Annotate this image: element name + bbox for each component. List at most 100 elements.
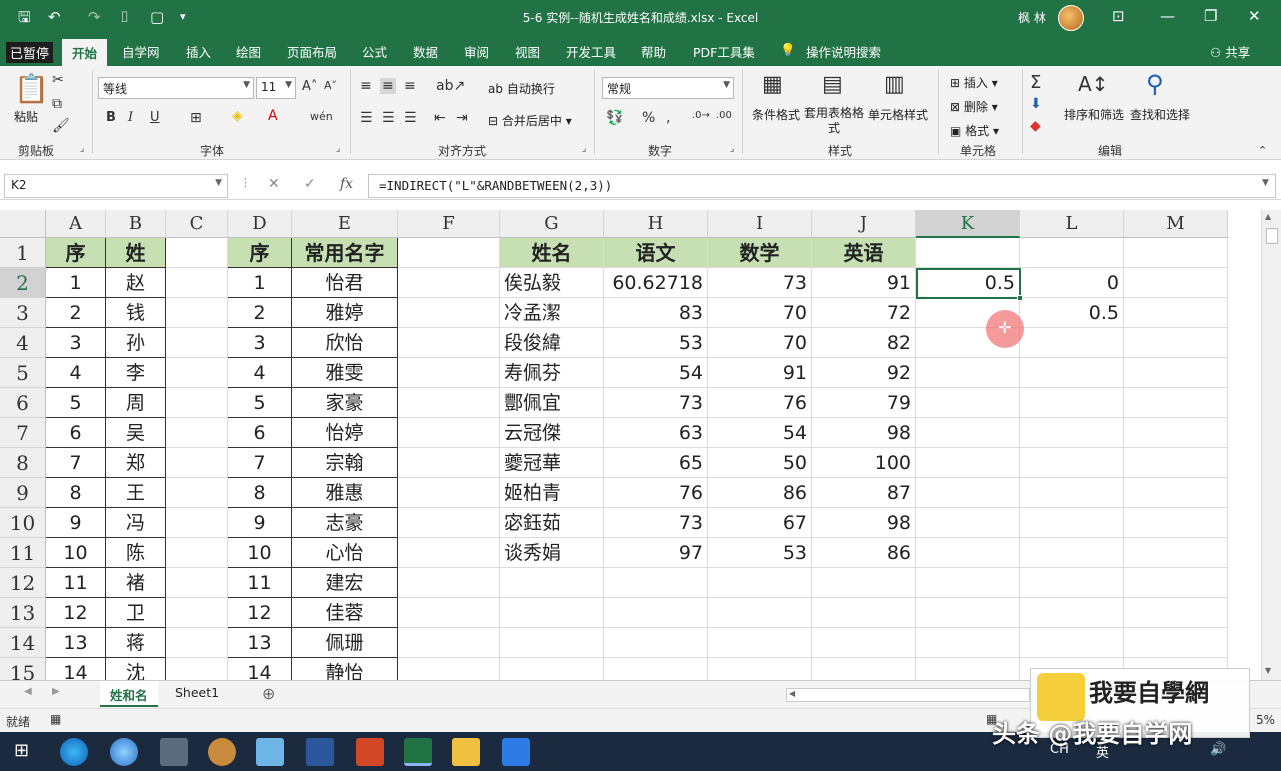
- cell[interactable]: [166, 328, 228, 358]
- tab-zixuewang[interactable]: 自学网: [122, 42, 160, 61]
- paste-button[interactable]: 粘贴: [14, 108, 38, 125]
- table2-cell[interactable]: 8: [228, 478, 292, 508]
- table3-cell[interactable]: 63: [604, 418, 708, 448]
- table3-cell[interactable]: 91: [812, 268, 916, 298]
- row-header-13[interactable]: 13: [0, 598, 46, 628]
- cell[interactable]: [398, 508, 500, 538]
- cell[interactable]: [398, 598, 500, 628]
- cell[interactable]: [1020, 508, 1124, 538]
- cell[interactable]: [500, 628, 604, 658]
- table3-cell[interactable]: 50: [708, 448, 812, 478]
- cell[interactable]: [500, 658, 604, 680]
- row-header-2[interactable]: 2: [0, 268, 46, 298]
- table2-cell[interactable]: 雅惠: [292, 478, 398, 508]
- table1-cell[interactable]: 褚: [106, 568, 166, 598]
- format-cells-button[interactable]: ▣ 格式 ▾: [950, 122, 999, 139]
- table2-cell[interactable]: 怡婷: [292, 418, 398, 448]
- table2-cell[interactable]: 雅婷: [292, 298, 398, 328]
- decrease-indent-icon[interactable]: ⇤: [434, 110, 446, 126]
- table3-cell[interactable]: 云冠傑: [500, 418, 604, 448]
- next-sheet-icon[interactable]: ▶: [52, 686, 60, 697]
- cell[interactable]: [916, 388, 1020, 418]
- cell[interactable]: [1124, 298, 1228, 328]
- fill-handle[interactable]: [1017, 295, 1023, 301]
- cell[interactable]: [398, 478, 500, 508]
- table3-cell[interactable]: 60.62718: [604, 268, 708, 298]
- table1-cell[interactable]: 赵: [106, 268, 166, 298]
- file-explorer-icon[interactable]: [452, 738, 480, 766]
- table1-cell[interactable]: 郑: [106, 448, 166, 478]
- tab-help[interactable]: 帮助: [641, 42, 666, 61]
- table3-cell[interactable]: 97: [604, 538, 708, 568]
- macro-record-icon[interactable]: ▦: [50, 712, 61, 726]
- row-header-10[interactable]: 10: [0, 508, 46, 538]
- row-header-9[interactable]: 9: [0, 478, 46, 508]
- table1-cell[interactable]: 10: [46, 538, 106, 568]
- table3-cell[interactable]: 76: [708, 388, 812, 418]
- fill-color-icon[interactable]: ◈: [232, 108, 243, 124]
- font-color-icon[interactable]: A: [268, 108, 278, 124]
- cell[interactable]: [166, 508, 228, 538]
- percent-icon[interactable]: %: [642, 110, 655, 126]
- cell[interactable]: [916, 508, 1020, 538]
- cell[interactable]: [708, 658, 812, 680]
- decrease-font-icon[interactable]: A˅: [324, 79, 337, 92]
- cell[interactable]: [500, 598, 604, 628]
- cell[interactable]: [1020, 628, 1124, 658]
- cell[interactable]: [604, 568, 708, 598]
- sort-filter-icon[interactable]: A↕: [1078, 72, 1108, 96]
- cell[interactable]: [398, 448, 500, 478]
- wps-icon[interactable]: [502, 738, 530, 766]
- table3-cell[interactable]: 100: [812, 448, 916, 478]
- table1-cell[interactable]: 13: [46, 628, 106, 658]
- column-header-b[interactable]: B: [106, 210, 166, 238]
- tab-page-layout[interactable]: 页面布局: [287, 42, 337, 61]
- table3-cell[interactable]: 俟弘毅: [500, 268, 604, 298]
- table3-cell[interactable]: 夔冠華: [500, 448, 604, 478]
- table3-cell[interactable]: 65: [604, 448, 708, 478]
- table1-cell[interactable]: 8: [46, 478, 106, 508]
- table3-cell[interactable]: 酆佩宜: [500, 388, 604, 418]
- table3-cell[interactable]: 86: [708, 478, 812, 508]
- dialog-launcher-icon[interactable]: ⌟: [336, 144, 340, 154]
- tab-developer[interactable]: 开发工具: [566, 42, 616, 61]
- font-size-select[interactable]: 11 ▼: [256, 77, 296, 99]
- cell[interactable]: [916, 598, 1020, 628]
- row-header-4[interactable]: 4: [0, 328, 46, 358]
- column-header-f[interactable]: F: [398, 210, 500, 238]
- cell[interactable]: [812, 658, 916, 680]
- table3-cell[interactable]: 寿佩芬: [500, 358, 604, 388]
- cell[interactable]: [398, 658, 500, 680]
- close-icon[interactable]: ✕: [1248, 7, 1261, 25]
- align-center-icon[interactable]: ☰: [382, 110, 395, 126]
- worksheet-grid[interactable]: A B C D E F G H I J K L M 1 2 3 4 5 6 7 8 9 10 11 12 13 14 15 序姓 1 赵 2 钱…: [0, 210, 1261, 680]
- cell[interactable]: [1020, 328, 1124, 358]
- cell[interactable]: [1020, 478, 1124, 508]
- cell[interactable]: [1124, 238, 1228, 268]
- cell[interactable]: [166, 238, 228, 268]
- sort-filter-button[interactable]: 排序和筛选: [1064, 106, 1124, 123]
- table1-cell[interactable]: 冯: [106, 508, 166, 538]
- cell[interactable]: [708, 598, 812, 628]
- table1-cell[interactable]: 3: [46, 328, 106, 358]
- cell[interactable]: [398, 568, 500, 598]
- table1-cell[interactable]: 周: [106, 388, 166, 418]
- tab-data[interactable]: 数据: [413, 42, 438, 61]
- align-top-icon[interactable]: ≡: [360, 78, 372, 94]
- cell[interactable]: [916, 478, 1020, 508]
- table3-cell[interactable]: 86: [812, 538, 916, 568]
- cell[interactable]: [166, 658, 228, 680]
- cell-styles-icon[interactable]: ▥: [884, 72, 905, 97]
- table3-cell[interactable]: 72: [812, 298, 916, 328]
- cut-icon[interactable]: ✂: [52, 72, 64, 88]
- cell[interactable]: [1124, 328, 1228, 358]
- cell[interactable]: [1020, 238, 1124, 268]
- row-header-11[interactable]: 11: [0, 538, 46, 568]
- cell[interactable]: [604, 658, 708, 680]
- table2-cell[interactable]: 2: [228, 298, 292, 328]
- tab-draw[interactable]: 绘图: [236, 42, 261, 61]
- cell[interactable]: [398, 418, 500, 448]
- align-middle-icon[interactable]: ≡: [380, 78, 396, 94]
- table2-cell[interactable]: 1: [228, 268, 292, 298]
- table3-header[interactable]: 语文: [604, 238, 708, 268]
